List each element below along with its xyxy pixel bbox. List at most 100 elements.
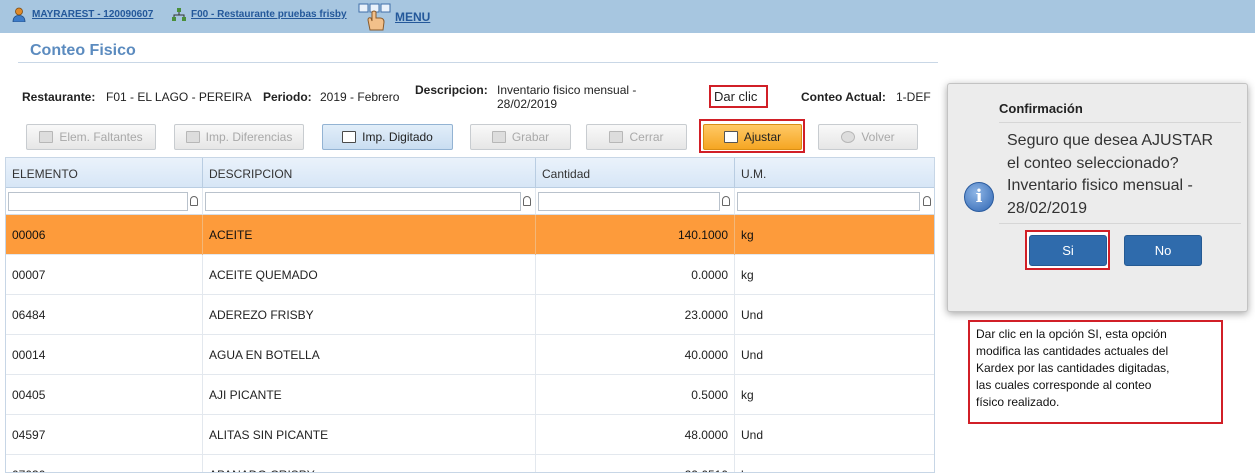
cell-cantidad: 23.0000 <box>536 295 735 335</box>
cell-descripcion: AGUA EN BOTELLA <box>203 335 536 375</box>
table-row[interactable]: 00006 ACEITE 140.1000 kg <box>6 215 934 255</box>
table-row[interactable]: 07030 APANADO CRISPY 22.6510 kg <box>6 455 934 472</box>
cell-elemento: 00014 <box>6 335 203 375</box>
info-icon: i <box>964 182 994 212</box>
imp-diferencias-label: Imp. Diferencias <box>205 130 293 144</box>
cell-elemento: 00006 <box>6 215 203 255</box>
user-icon <box>12 7 26 22</box>
cell-um: kg <box>735 215 934 255</box>
filter-icon[interactable] <box>722 196 730 206</box>
dialog-message-line3: Inventario fisico mensual - <box>1007 177 1193 194</box>
cell-elemento: 00405 <box>6 375 203 415</box>
table-row[interactable]: 00007 ACEITE QUEMADO 0.0000 kg <box>6 255 934 295</box>
filter-cell-cantidad <box>536 188 735 215</box>
table-row[interactable]: 00014 AGUA EN BOTELLA 40.0000 Und <box>6 335 934 375</box>
no-button[interactable]: No <box>1124 235 1202 266</box>
cell-elemento: 00007 <box>6 255 203 295</box>
filter-icon[interactable] <box>190 196 198 206</box>
cell-descripcion: APANADO CRISPY <box>203 455 536 472</box>
cell-descripcion: ALITAS SIN PICANTE <box>203 415 536 455</box>
volver-button[interactable]: Volver <box>818 124 918 150</box>
cell-descripcion: ADEREZO FRISBY <box>203 295 536 335</box>
click-annotation: Dar clic <box>709 85 768 108</box>
volver-label: Volver <box>861 130 895 144</box>
cell-um: kg <box>735 375 934 415</box>
cell-cantidad: 40.0000 <box>536 335 735 375</box>
grabar-label: Grabar <box>511 130 550 144</box>
table-row[interactable]: 00405 AJI PICANTE 0.5000 kg <box>6 375 934 415</box>
instruction-note: Dar clic en la opción SI, esta opción mo… <box>968 320 1223 424</box>
dialog-message-line1: Seguro que desea AJUSTAR <box>1007 132 1214 149</box>
dialog-message: Seguro que desea AJUSTAR el conteo selec… <box>1007 130 1242 220</box>
filter-input-cantidad[interactable] <box>538 192 720 211</box>
column-header-elemento[interactable]: ELEMENTO <box>6 158 203 188</box>
note-line3: Kardex por las cantidades digitadas, <box>976 361 1170 375</box>
elem-faltantes-label: Elem. Faltantes <box>59 130 143 144</box>
note-line2: modifica las cantidades actuales del <box>976 344 1169 358</box>
restaurante-value: F01 - EL LAGO - PEREIRA <box>106 90 252 104</box>
cell-cantidad: 140.1000 <box>536 215 735 255</box>
restaurant-link[interactable]: F00 - Restaurante pruebas frisby <box>191 9 347 20</box>
filter-icon[interactable] <box>523 196 531 206</box>
dialog-divider-top <box>999 122 1241 123</box>
conteo-value: 1-DEF <box>896 90 931 104</box>
descripcion-label: Descripcion: <box>415 83 488 97</box>
filter-cell-um <box>735 188 934 215</box>
cerrar-label: Cerrar <box>629 130 664 144</box>
cell-um: Und <box>735 295 934 335</box>
filter-input-descripcion[interactable] <box>205 192 521 211</box>
restaurante-label: Restaurante: <box>22 90 96 104</box>
cell-cantidad: 48.0000 <box>536 415 735 455</box>
column-header-cantidad[interactable]: Cantidad <box>536 158 735 188</box>
elements-grid: ELEMENTO DESCRIPCION Cantidad U.M. 00006… <box>5 157 935 473</box>
cell-cantidad: 22.6510 <box>536 455 735 472</box>
cell-elemento: 06484 <box>6 295 203 335</box>
printer-icon <box>185 131 200 143</box>
si-button[interactable]: Si <box>1029 235 1107 266</box>
cell-elemento: 07030 <box>6 455 203 472</box>
menu-hand-icon[interactable] <box>358 3 392 31</box>
cell-um: Und <box>735 415 934 455</box>
printer-check-icon <box>342 131 357 143</box>
table-row[interactable]: 04597 ALITAS SIN PICANTE 48.0000 Und <box>6 415 934 455</box>
column-header-um[interactable]: U.M. <box>735 158 934 188</box>
grabar-button[interactable]: Grabar <box>470 124 571 150</box>
imp-digitado-button[interactable]: Imp. Digitado <box>322 124 453 150</box>
table-row[interactable]: 06484 ADEREZO FRISBY 23.0000 Und <box>6 295 934 335</box>
ajustar-button[interactable]: Ajustar <box>703 124 802 150</box>
page-title: Conteo Fisico <box>30 42 136 59</box>
cell-cantidad: 0.0000 <box>536 255 735 295</box>
dialog-message-line4: 28/02/2019 <box>1007 199 1088 217</box>
cerrar-button[interactable]: Cerrar <box>586 124 687 150</box>
elem-faltantes-button[interactable]: Elem. Faltantes <box>26 124 156 150</box>
menu-link[interactable]: MENU <box>395 10 430 24</box>
cell-um: kg <box>735 255 934 295</box>
top-bar <box>0 0 1255 33</box>
cell-cantidad: 0.5000 <box>536 375 735 415</box>
descripcion-value-line1: Inventario fisico mensual - <box>497 83 637 97</box>
conteo-label: Conteo Actual: <box>801 90 886 104</box>
cell-descripcion: AJI PICANTE <box>203 375 536 415</box>
cell-descripcion: ACEITE <box>203 215 536 255</box>
confirmation-dialog: Confirmación Seguro que desea AJUSTAR el… <box>947 83 1248 312</box>
periodo-value: 2019 - Febrero <box>320 90 400 104</box>
click-annotation-text: Dar clic <box>714 89 758 104</box>
cell-um: Und <box>735 335 934 375</box>
filter-cell-descripcion <box>203 188 536 215</box>
cell-elemento: 04597 <box>6 415 203 455</box>
list-icon <box>39 131 54 143</box>
column-header-descripcion[interactable]: DESCRIPCION <box>203 158 536 188</box>
close-box-icon <box>609 131 624 143</box>
save-icon <box>491 131 506 143</box>
filter-input-um[interactable] <box>737 192 920 211</box>
note-line4: las cuales corresponde al conteo <box>976 378 1152 392</box>
ajustar-label: Ajustar <box>743 130 782 144</box>
filter-input-elemento[interactable] <box>8 192 188 211</box>
user-link[interactable]: MAYRAREST - 120090607 <box>32 9 153 20</box>
title-divider <box>18 62 938 63</box>
cell-um: kg <box>735 455 934 472</box>
filter-icon[interactable] <box>923 196 931 206</box>
imp-diferencias-button[interactable]: Imp. Diferencias <box>174 124 304 150</box>
imp-digitado-label: Imp. Digitado <box>362 130 433 144</box>
cell-descripcion: ACEITE QUEMADO <box>203 255 536 295</box>
